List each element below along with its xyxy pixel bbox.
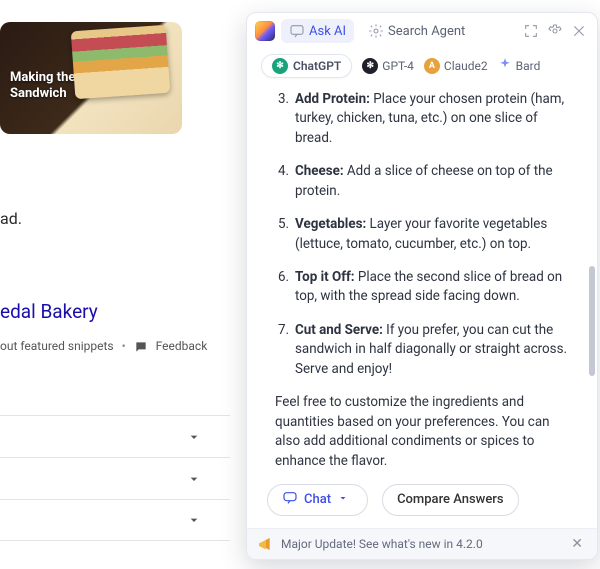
answer-scroll-area: 3.Add Protein: Place your chosen protein… [247, 88, 597, 480]
result-link[interactable]: edal Bakery [0, 300, 230, 323]
accordion-item[interactable] [0, 415, 230, 457]
list-item: 7.Cut and Serve: If you prefer, you can … [275, 321, 577, 379]
chevron-down-icon [186, 471, 202, 487]
panel-header: Ask AI Search Agent [247, 13, 597, 50]
tab-ask-ai[interactable]: Ask AI [281, 19, 354, 43]
tab-ask-ai-label: Ask AI [309, 24, 346, 39]
action-row: Chat Compare Answers [247, 480, 597, 528]
compare-answers-button[interactable]: Compare Answers [382, 484, 519, 516]
chat-button-label: Chat [304, 492, 331, 507]
step-text: Cut and Serve: If you prefer, you can cu… [295, 321, 577, 379]
model-selector: ✻ ChatGPT ✻ GPT-4 A Claude2 Bard [247, 50, 597, 88]
list-item: 3.Add Protein: Place your chosen protein… [275, 90, 577, 148]
chat-bubble-icon [282, 490, 298, 510]
scroll-thumb[interactable] [589, 266, 595, 376]
claude-icon: A [424, 58, 440, 74]
step-number: 5. [275, 215, 289, 254]
update-banner: Major Update! See what's new in 4.2.0 ✕ [247, 528, 597, 559]
scrollbar[interactable] [589, 94, 595, 446]
banner-close-icon[interactable]: ✕ [567, 532, 587, 556]
background-page: Making the Sandwich ad. edal Bakery out … [0, 0, 230, 569]
step-list: 3.Add Protein: Place your chosen protein… [275, 90, 577, 379]
chat-button[interactable]: Chat [267, 484, 368, 516]
model-bard[interactable]: Bard [498, 57, 541, 74]
chatgpt-icon: ✻ [272, 58, 288, 74]
answer-content: 3.Add Protein: Place your chosen protein… [247, 88, 597, 480]
accordion-item[interactable] [0, 499, 230, 541]
list-item: 4.Cheese: Add a slice of cheese on top o… [275, 162, 577, 201]
model-claude2[interactable]: A Claude2 [424, 58, 488, 74]
model-bard-label: Bard [516, 59, 541, 73]
separator-dot: • [122, 339, 126, 353]
announcement-icon [257, 536, 273, 552]
ai-panel: Ask AI Search Agent ✻ ChatGPT ✻ GPT-4 [246, 12, 598, 560]
step-number: 4. [275, 162, 289, 201]
settings-icon[interactable] [547, 23, 563, 39]
chat-icon [289, 23, 305, 39]
list-item: 5.Vegetables: Layer your favorite vegeta… [275, 215, 577, 254]
feedback-icon [134, 340, 148, 352]
chevron-down-icon [186, 429, 202, 445]
expand-icon[interactable] [523, 23, 539, 39]
model-gpt4-label: GPT-4 [382, 59, 414, 73]
step-number: 7. [275, 321, 289, 379]
step-text: Vegetables: Layer your favorite vegetabl… [295, 215, 577, 254]
feedback-link[interactable]: Feedback [156, 339, 208, 353]
snippet-text-fragment: ad. [0, 209, 230, 228]
result-card-title: Making the Sandwich [10, 70, 75, 101]
about-featured-snippets[interactable]: out featured snippets [0, 339, 114, 353]
compare-answers-label: Compare Answers [397, 492, 504, 507]
accordion-group [0, 415, 230, 541]
step-text: Add Protein: Place your chosen protein (… [295, 90, 577, 148]
model-claude2-label: Claude2 [444, 59, 488, 73]
close-icon[interactable] [571, 23, 587, 39]
model-gpt4[interactable]: ✻ GPT-4 [362, 58, 414, 74]
answer-closing: Feel free to customize the ingredients a… [275, 393, 577, 471]
gear-icon [368, 23, 384, 39]
model-chatgpt[interactable]: ✻ ChatGPT [261, 54, 352, 78]
step-text: Top it Off: Place the second slice of br… [295, 268, 577, 307]
step-number: 3. [275, 90, 289, 148]
model-chatgpt-label: ChatGPT [293, 59, 341, 73]
gpt4-icon: ✻ [362, 58, 378, 74]
step-text: Cheese: Add a slice of cheese on top of … [295, 162, 577, 201]
chevron-down-icon [186, 512, 202, 528]
tab-search-agent[interactable]: Search Agent [360, 19, 473, 43]
chevron-down-icon [337, 492, 353, 508]
snippet-footer: out featured snippets • Feedback [0, 339, 230, 353]
update-banner-text[interactable]: Major Update! See what's new in 4.2.0 [281, 537, 483, 551]
app-logo-icon [255, 21, 275, 41]
step-number: 6. [275, 268, 289, 307]
bard-icon [498, 57, 512, 74]
accordion-item[interactable] [0, 457, 230, 499]
list-item: 6.Top it Off: Place the second slice of … [275, 268, 577, 307]
result-card-sandwich[interactable]: Making the Sandwich [0, 22, 182, 134]
tab-search-agent-label: Search Agent [388, 24, 465, 39]
